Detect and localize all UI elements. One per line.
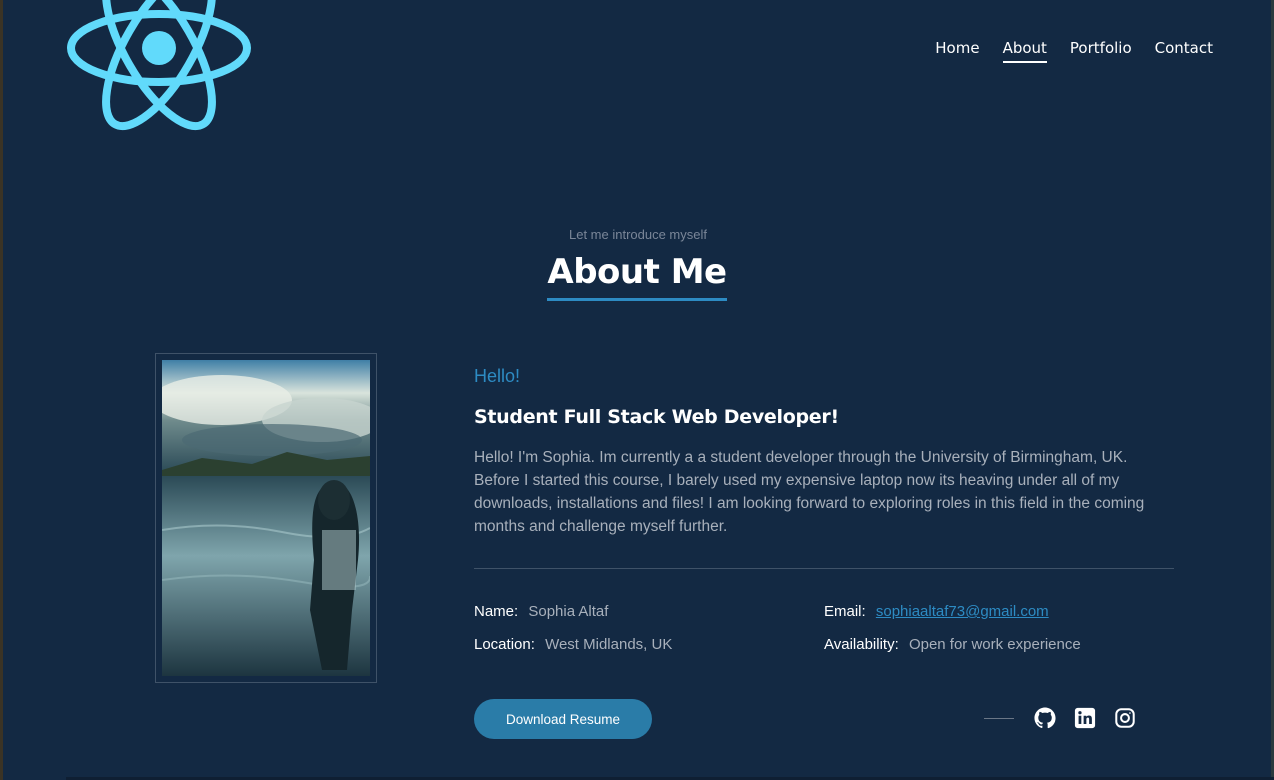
main-nav: Home About Portfolio Contact: [935, 39, 1213, 63]
detail-location: Location: West Midlands, UK: [474, 634, 824, 656]
detail-email-label: Email:: [824, 603, 866, 620]
detail-location-value: West Midlands, UK: [545, 636, 673, 653]
download-resume-button[interactable]: Download Resume: [474, 699, 652, 739]
about-content: Hello! Student Full Stack Web Developer!…: [474, 366, 1174, 656]
social-links: [984, 707, 1154, 729]
section-title: About Me: [547, 252, 727, 301]
profile-photo-frame: [155, 353, 377, 683]
detail-availability-value: Open for work experience: [908, 636, 1081, 653]
social-divider-line: [984, 717, 1014, 719]
nav-about[interactable]: About: [1002, 39, 1047, 63]
detail-location-label: Location:: [474, 636, 535, 653]
email-link[interactable]: sophiaaltaf73@gmail.com: [876, 603, 1049, 620]
github-icon[interactable]: [1034, 707, 1056, 729]
nav-contact[interactable]: Contact: [1155, 39, 1213, 63]
window-edge-left: [0, 0, 3, 780]
detail-availability-label: Availability:: [824, 636, 899, 653]
detail-availability: Availability: Open for work experience: [824, 634, 1174, 656]
react-logo-icon[interactable]: [66, 0, 252, 132]
bio-text: Hello! I'm Sophia. Im currently a a stud…: [474, 449, 1145, 535]
nav-portfolio[interactable]: Portfolio: [1070, 39, 1132, 63]
role-heading: Student Full Stack Web Developer!: [474, 406, 839, 428]
detail-name: Name: Sophia Altaf: [474, 601, 824, 623]
section-subtitle: Let me introduce myself: [568, 227, 707, 242]
profile-photo: [162, 360, 370, 676]
instagram-icon[interactable]: [1114, 707, 1136, 729]
detail-name-value: Sophia Altaf: [528, 603, 609, 620]
detail-email: Email: sophiaaltaf73@gmail.com: [824, 601, 1174, 623]
linkedin-icon[interactable]: [1074, 707, 1096, 729]
details-grid: Name: Sophia Altaf Email: sophiaaltaf73@…: [474, 601, 1174, 656]
nav-home[interactable]: Home: [935, 39, 979, 63]
section-title-wrap: About Me: [0, 252, 1274, 301]
content-divider: [474, 568, 1174, 569]
detail-name-label: Name:: [474, 603, 519, 620]
greeting: Hello!: [474, 366, 521, 386]
